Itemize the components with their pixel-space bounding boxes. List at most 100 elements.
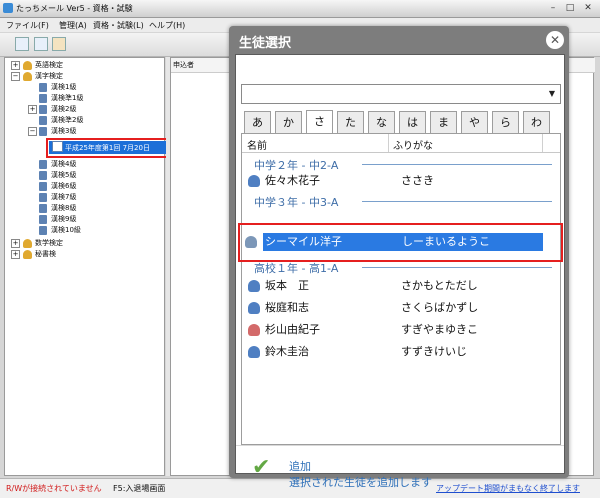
column-furigana[interactable]: ふりがな: [393, 137, 433, 152]
book-icon: [39, 127, 47, 136]
book-icon: [39, 83, 47, 92]
book-icon: [39, 215, 47, 224]
tree-label: 漢検準2級: [51, 116, 84, 124]
menu-exam[interactable]: 資格・試験(L): [93, 20, 144, 31]
tree-label: 漢検6級: [51, 182, 77, 190]
group-divider: [362, 267, 552, 268]
tab-sa[interactable]: さ: [306, 110, 333, 134]
student-furigana: さかもとただし: [401, 279, 478, 292]
book-icon: [39, 105, 47, 114]
column-divider: [388, 134, 389, 152]
checkmark-icon[interactable]: ✔: [252, 455, 270, 480]
tree-item[interactable]: 漢検8級: [5, 203, 165, 214]
tree-label: 英語検定: [35, 61, 63, 69]
award-icon: [23, 61, 32, 70]
tab-wa[interactable]: わ: [523, 111, 550, 133]
group-label: 高校１年 - 高1-A: [254, 262, 339, 275]
male-user-icon: [248, 280, 260, 292]
tab-na[interactable]: な: [368, 111, 395, 133]
exam-tree: + 英語検定 − 漢字検定 漢検1級 漢検準1級 + 漢検2級 漢検準2級 − …: [4, 57, 165, 476]
close-window-button[interactable]: ✕: [581, 2, 595, 14]
tree-item[interactable]: + 秘書検: [5, 249, 165, 260]
menu-manage[interactable]: 管理(A): [59, 20, 87, 31]
app-icon: [3, 3, 13, 13]
tree-label: 漢検8級: [51, 204, 77, 212]
tree-item[interactable]: 漢検7級: [5, 192, 165, 203]
collapse-icon[interactable]: −: [11, 72, 20, 81]
close-icon[interactable]: ✕: [546, 31, 564, 49]
group-label: 中学３年 - 中3-A: [254, 196, 339, 209]
book-icon: [39, 116, 47, 125]
student-name: シーマイル洋子: [265, 235, 342, 248]
tab-a[interactable]: あ: [244, 111, 271, 133]
tools-icon[interactable]: [52, 37, 66, 51]
tree-label: 漢検5級: [51, 171, 77, 179]
student-furigana: ささき: [401, 174, 434, 187]
footer-divider: [236, 445, 564, 446]
tree-label: 漢検7級: [51, 193, 77, 201]
list-item[interactable]: 坂本 正 さかもとただし: [244, 277, 558, 295]
book-icon: [39, 204, 47, 213]
tree-item[interactable]: + 英語検定: [5, 60, 165, 71]
add-button[interactable]: 追加: [289, 458, 311, 474]
tree-item[interactable]: + 漢検2級: [5, 104, 165, 115]
minimize-button[interactable]: –: [546, 2, 560, 14]
selected-session-item[interactable]: 平成25年度第1回 7月20日: [49, 141, 166, 154]
tree-item[interactable]: − 漢字検定: [5, 71, 165, 82]
student-select-dialog: 生徒選択 ✕ ▼ あ か さ た な は ま や ら わ 名前 ふりがな 中学２…: [229, 26, 569, 489]
tab-ra[interactable]: ら: [492, 111, 519, 133]
update-notice-link[interactable]: アップデート期間がまもなく終了します: [436, 483, 580, 494]
tree-label: 数学検定: [35, 239, 63, 247]
tree-item[interactable]: − 漢検3級: [5, 126, 165, 137]
tree-item[interactable]: 漢検準2級: [5, 115, 165, 126]
window-icon[interactable]: [15, 37, 29, 51]
award-icon: [23, 250, 32, 259]
tree-item[interactable]: 漢検9級: [5, 214, 165, 225]
window-title: たっちメール Ver5 - 資格・試験: [16, 4, 133, 13]
tree-label: 漢字検定: [35, 72, 63, 80]
student-furigana: さくらばかずし: [401, 301, 479, 314]
column-divider: [542, 134, 543, 152]
student-name: 坂本 正: [265, 279, 309, 292]
status-f5: F5:入退場画面: [113, 484, 166, 493]
tree-label: 漢検1級: [51, 83, 77, 91]
tree-item[interactable]: 漢検1級: [5, 82, 165, 93]
expand-icon[interactable]: +: [11, 250, 20, 259]
add-description: 選択された生徒を追加します: [289, 476, 432, 489]
tab-ha[interactable]: は: [399, 111, 426, 133]
tree-item[interactable]: 漢検5級: [5, 170, 165, 181]
tree-item[interactable]: 漢検4級: [5, 159, 165, 170]
tree-item[interactable]: + 数学検定: [5, 238, 165, 249]
selected-list-item[interactable]: シーマイル洋子 しーまいるようこ: [245, 233, 543, 251]
list-icon[interactable]: [34, 37, 48, 51]
tab-ya[interactable]: や: [461, 111, 488, 133]
tree-label: 漢検10級: [51, 226, 81, 234]
student-list: 名前 ふりがな 中学２年 - 中2-A 佐々木花子 ささき 中学３年 - 中3-…: [241, 133, 561, 445]
expand-icon[interactable]: +: [28, 105, 37, 114]
chevron-down-icon[interactable]: ▼: [544, 85, 560, 103]
column-name[interactable]: 名前: [247, 137, 267, 152]
book-icon: [39, 193, 47, 202]
list-item[interactable]: 杉山由紀子 すぎやまゆきこ: [244, 321, 558, 339]
tree-label: 漢検3級: [51, 127, 77, 135]
class-filter-combo[interactable]: ▼: [241, 84, 561, 104]
student-furigana: しーまいるようこ: [402, 235, 490, 248]
list-item[interactable]: 桜庭和志 さくらばかずし: [244, 299, 558, 317]
maximize-button[interactable]: □: [563, 2, 577, 14]
group-divider: [362, 164, 552, 165]
tree-item[interactable]: 漢検6級: [5, 181, 165, 192]
tree-item[interactable]: 漢検10級: [5, 225, 165, 236]
tree-item[interactable]: 漢検準1級: [5, 93, 165, 104]
list-item[interactable]: 佐々木花子 ささき: [244, 172, 558, 190]
menu-help[interactable]: ヘルプ(H): [149, 20, 185, 31]
add-footer: [236, 445, 564, 473]
tab-ma[interactable]: ま: [430, 111, 457, 133]
collapse-icon[interactable]: −: [28, 127, 37, 136]
tab-ta[interactable]: た: [337, 111, 364, 133]
menu-file[interactable]: ファイル(F): [6, 20, 49, 31]
list-item[interactable]: 鈴木圭治 すずきけいじ: [244, 343, 558, 361]
tab-ka[interactable]: か: [275, 111, 302, 133]
tree-label: 漢検9級: [51, 215, 77, 223]
expand-icon[interactable]: +: [11, 61, 20, 70]
expand-icon[interactable]: +: [11, 239, 20, 248]
